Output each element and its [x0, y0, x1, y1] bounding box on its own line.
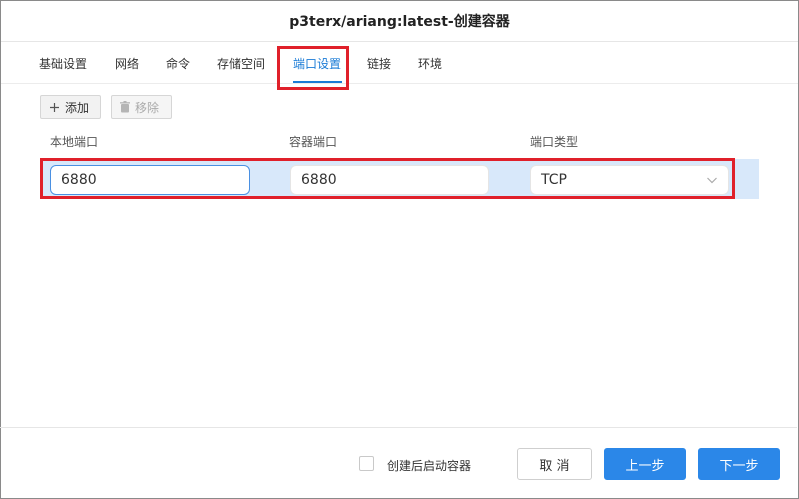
- column-header-local-port: 本地端口: [50, 135, 99, 149]
- start-after-create-label: 创建后启动容器: [387, 459, 472, 473]
- trash-icon: [120, 101, 130, 113]
- next-step-button[interactable]: 下一步: [698, 448, 780, 480]
- column-header-container-port: 容器端口: [289, 135, 338, 149]
- tab-network[interactable]: 网络: [115, 55, 139, 72]
- row-highlight-box: [40, 158, 735, 199]
- tab-command[interactable]: 命令: [166, 55, 190, 72]
- start-after-create-checkbox[interactable]: [359, 456, 374, 471]
- cancel-button[interactable]: 取 消: [517, 448, 592, 480]
- add-port-label: 添加: [65, 100, 90, 115]
- tab-basic-settings[interactable]: 基础设置: [39, 55, 87, 72]
- tab-storage[interactable]: 存储空间: [217, 55, 265, 72]
- previous-step-button[interactable]: 上一步: [604, 448, 686, 480]
- remove-port-button[interactable]: 移除: [111, 95, 172, 119]
- tab-environment[interactable]: 环境: [418, 55, 442, 72]
- dialog-title: p3terx/ariang:latest-创建容器: [1, 1, 798, 42]
- add-port-button[interactable]: 添加: [40, 95, 101, 119]
- remove-port-label: 移除: [135, 100, 160, 115]
- tab-links[interactable]: 链接: [367, 55, 391, 72]
- tab-highlight-box: [277, 46, 349, 90]
- tab-bar: 基础设置 网络 命令 存储空间 端口设置 链接 环境: [1, 42, 798, 84]
- plus-icon: [50, 102, 59, 112]
- create-container-dialog: p3terx/ariang:latest-创建容器 基础设置 网络 命令 存储空…: [0, 0, 799, 499]
- column-header-port-type: 端口类型: [530, 135, 579, 149]
